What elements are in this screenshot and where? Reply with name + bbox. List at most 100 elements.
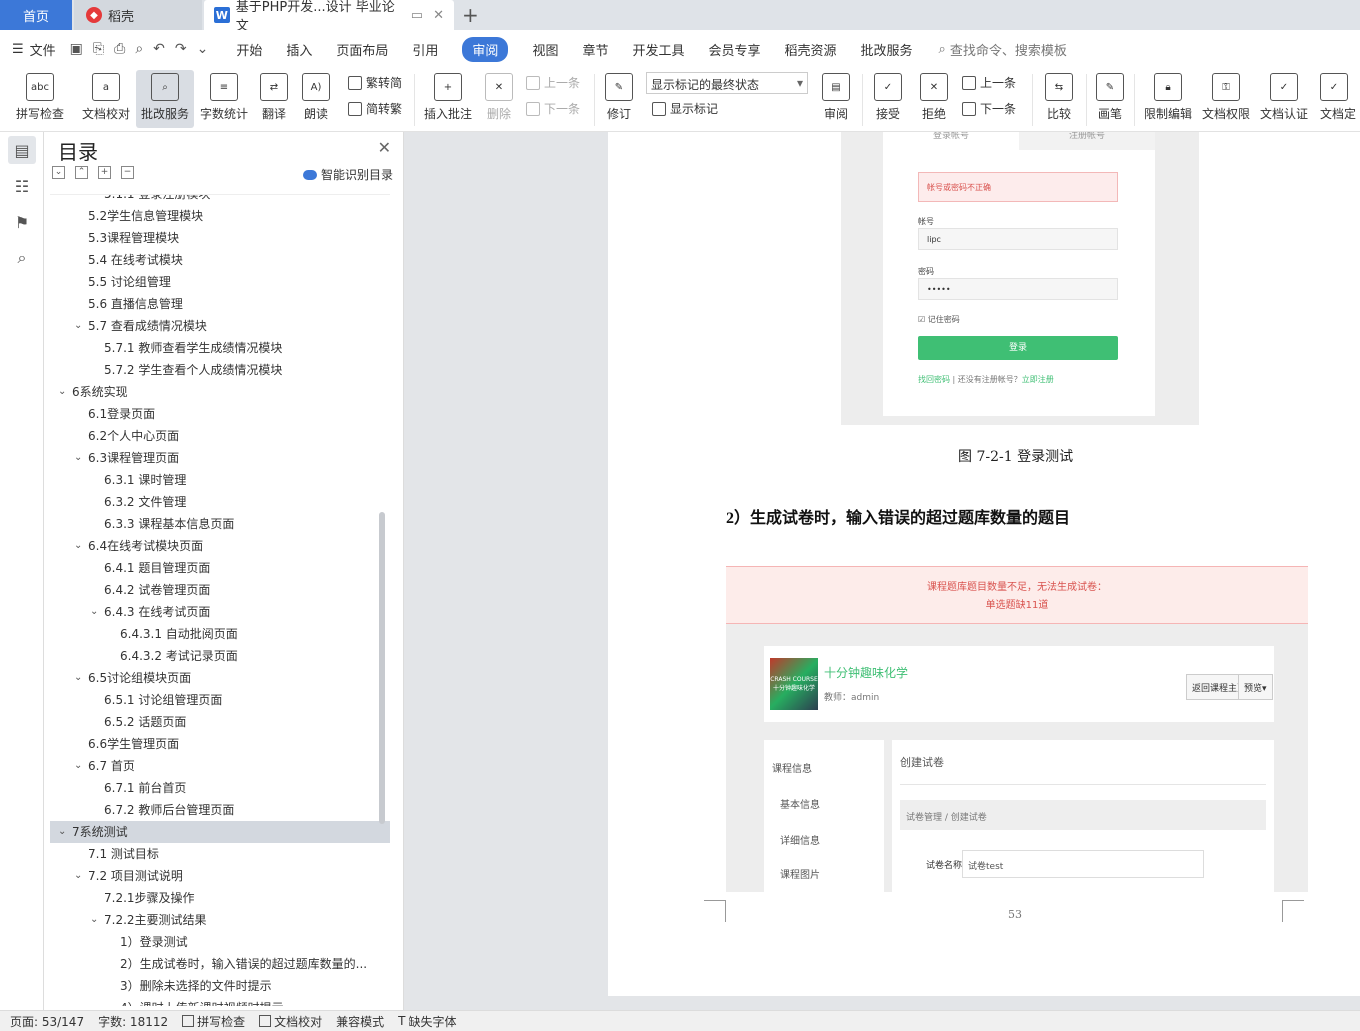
toc-item[interactable]: ⌄ 6.4在线考试模块页面	[50, 535, 390, 557]
revise-button[interactable]: ✎ 修订	[600, 70, 638, 128]
show-marks-button[interactable]: 显示标记	[652, 100, 718, 117]
menu-reference[interactable]: 引用	[412, 40, 438, 59]
chevron-down-icon[interactable]: ⌄	[58, 821, 72, 843]
restrict-edit-button[interactable]: 🔒︎ 限制编辑	[1140, 70, 1196, 128]
prev-revision-button[interactable]: 上一条	[962, 74, 1016, 91]
menu-correction[interactable]: 批改服务	[861, 40, 913, 59]
word-count[interactable]: 字数: 18112	[98, 1013, 168, 1030]
save-icon[interactable]: ▣	[70, 41, 83, 57]
menu-developer[interactable]: 开发工具	[632, 40, 684, 59]
toc-item[interactable]: ⌄ 6.7 首页	[50, 755, 390, 777]
spell-check-button[interactable]: abc 拼写检查	[8, 70, 72, 128]
window-icon[interactable]: ▭	[411, 8, 423, 23]
toc-item[interactable]: ⌄ 6.5讨论组模块页面	[50, 667, 390, 689]
missing-font-button[interactable]: T 缺失字体	[398, 1013, 456, 1030]
chevron-down-icon[interactable]: ⌄	[90, 601, 104, 623]
chevron-down-icon[interactable]: ⌄	[197, 41, 209, 57]
toc-item[interactable]: ⌄ 6.4.3 在线考试页面	[50, 601, 390, 623]
toc-item[interactable]: ⌄ 6.3课程管理页面	[50, 447, 390, 469]
insert-comment-button[interactable]: + 插入批注	[420, 70, 476, 128]
doc-permission-button[interactable]: ⚿ 文档权限	[1198, 70, 1254, 128]
chevron-down-icon[interactable]: ⌄	[58, 381, 72, 403]
toc-item[interactable]: 5.7.2 学生查看个人成绩情况模块	[50, 359, 390, 381]
translate-button[interactable]: ⇄ 翻译	[254, 70, 294, 128]
pen-button[interactable]: ✎ 画笔	[1092, 70, 1128, 128]
toc-item[interactable]: ⌄ 7系统测试	[50, 821, 390, 843]
undo-icon[interactable]: ↶	[153, 41, 165, 57]
menu-review[interactable]: 审阅	[462, 36, 509, 62]
reject-button[interactable]: ✕ 拒绝	[914, 70, 954, 128]
toc-item[interactable]: 6.4.1 题目管理页面	[50, 557, 390, 579]
redo-icon[interactable]: ↷	[175, 41, 187, 57]
toc-item[interactable]: 2）生成试卷时，输入错误的超过题库数量的...	[50, 953, 390, 975]
export-icon[interactable]: ⎘	[93, 41, 104, 57]
chevron-down-icon[interactable]: ⌄	[90, 909, 104, 931]
simp-to-trad-button[interactable]: 简转繁	[348, 100, 402, 117]
toc-item[interactable]: 6.6学生管理页面	[50, 733, 390, 755]
doc-certify-button[interactable]: ✓ 文档认证	[1256, 70, 1312, 128]
menu-section[interactable]: 章节	[582, 40, 608, 59]
command-search[interactable]: ⌕ 查找命令、搜索模板	[939, 40, 1067, 59]
correction-service-button[interactable]: ⌕ 批改服务	[136, 70, 194, 128]
toc-item[interactable]: 6.3.3 课程基本信息页面	[50, 513, 390, 535]
toc-item[interactable]: 6.4.3.2 考试记录页面	[50, 645, 390, 667]
file-menu[interactable]: ☰ 文件	[12, 40, 56, 59]
chevron-down-icon[interactable]: ⌄	[74, 755, 88, 777]
delete-comment-button[interactable]: ✕ 删除	[480, 70, 518, 128]
chevron-down-icon[interactable]: ⌄	[74, 865, 88, 887]
proof-toggle[interactable]: 文档校对	[259, 1013, 322, 1030]
menu-insert[interactable]: 插入	[286, 40, 312, 59]
menu-view[interactable]: 视图	[532, 40, 558, 59]
close-tab-icon[interactable]: ✕	[433, 8, 444, 23]
toc-item[interactable]: 5.7.1 教师查看学生成绩情况模块	[50, 337, 390, 359]
chevron-down-icon[interactable]: ⌄	[74, 315, 88, 337]
toc-item[interactable]: 5.1.1 登录注册模块	[50, 195, 390, 205]
find-icon[interactable]: ⌕	[8, 244, 36, 272]
toc-item[interactable]: 6.4.2 试卷管理页面	[50, 579, 390, 601]
accept-button[interactable]: ✓ 接受	[868, 70, 908, 128]
toc-item[interactable]: 5.5 讨论组管理	[50, 271, 390, 293]
review-pane-button[interactable]: ▤ 审阅	[816, 70, 856, 128]
toc-item[interactable]: 6.5.1 讨论组管理页面	[50, 689, 390, 711]
toc-item[interactable]: 6.5.2 话题页面	[50, 711, 390, 733]
navigation-icon[interactable]: ☷	[8, 172, 36, 200]
add-heading-icon[interactable]: +	[98, 166, 111, 179]
doc-proof-button[interactable]: a 文档校对	[76, 70, 136, 128]
toc-item[interactable]: 7.1 测试目标	[50, 843, 390, 865]
smart-toc-button[interactable]: 智能识别目录	[302, 166, 393, 183]
mark-state-select[interactable]: 显示标记的最终状态	[646, 72, 808, 94]
spell-check-toggle[interactable]: 拼写检查	[182, 1013, 245, 1030]
toc-item[interactable]: 6.3.1 课时管理	[50, 469, 390, 491]
menu-docer[interactable]: 稻壳资源	[785, 40, 837, 59]
page-indicator[interactable]: 页面: 53/147	[10, 1013, 84, 1030]
tab-docer[interactable]: ◆ 稻壳	[74, 0, 202, 30]
toc-item[interactable]: 7.2.1步骤及操作	[50, 887, 390, 909]
chevron-down-icon[interactable]: ⌄	[74, 535, 88, 557]
compare-button[interactable]: ⇆ 比较	[1038, 70, 1080, 128]
close-icon[interactable]: ✕	[378, 138, 391, 157]
toc-item[interactable]: ⌄ 7.2 项目测试说明	[50, 865, 390, 887]
toc-panel-icon[interactable]: ▤	[8, 136, 36, 164]
tab-home[interactable]: 首页	[0, 0, 72, 30]
toc-item[interactable]: 5.6 直播信息管理	[50, 293, 390, 315]
menu-layout[interactable]: 页面布局	[336, 40, 388, 59]
toc-item[interactable]: 6.3.2 文件管理	[50, 491, 390, 513]
toc-item[interactable]: 6.2个人中心页面	[50, 425, 390, 447]
toc-scrollbar[interactable]	[379, 512, 385, 824]
toc-item[interactable]: 5.4 在线考试模块	[50, 249, 390, 271]
collapse-all-icon[interactable]: ⌃	[75, 166, 88, 179]
document-area[interactable]: 登录帐号 注册帐号 帐号或密码不正确 帐号 lipc 密码 ••••• ☑ 记住…	[404, 132, 1360, 1010]
doc-finalize-button[interactable]: ✓ 文档定	[1320, 70, 1360, 128]
remove-heading-icon[interactable]: −	[121, 166, 134, 179]
toc-item[interactable]: 1）登录测试	[50, 931, 390, 953]
toc-item[interactable]: 3）删除未选择的文件时提示	[50, 975, 390, 997]
next-revision-button[interactable]: 下一条	[962, 100, 1016, 117]
chevron-down-icon[interactable]: ⌄	[74, 667, 88, 689]
menu-member[interactable]: 会员专享	[708, 40, 760, 59]
trad-to-simp-button[interactable]: 繁转简	[348, 74, 402, 91]
tab-document[interactable]: W 基于PHP开发...设计 毕业论文 ▭ ✕	[204, 0, 454, 34]
toc-item[interactable]: 4）课时上传新课时视频时提示	[50, 997, 390, 1006]
prev-comment-button[interactable]: 上一条	[526, 74, 580, 91]
toc-item[interactable]: 5.2学生信息管理模块	[50, 205, 390, 227]
word-count-button[interactable]: ≡ 字数统计	[196, 70, 252, 128]
